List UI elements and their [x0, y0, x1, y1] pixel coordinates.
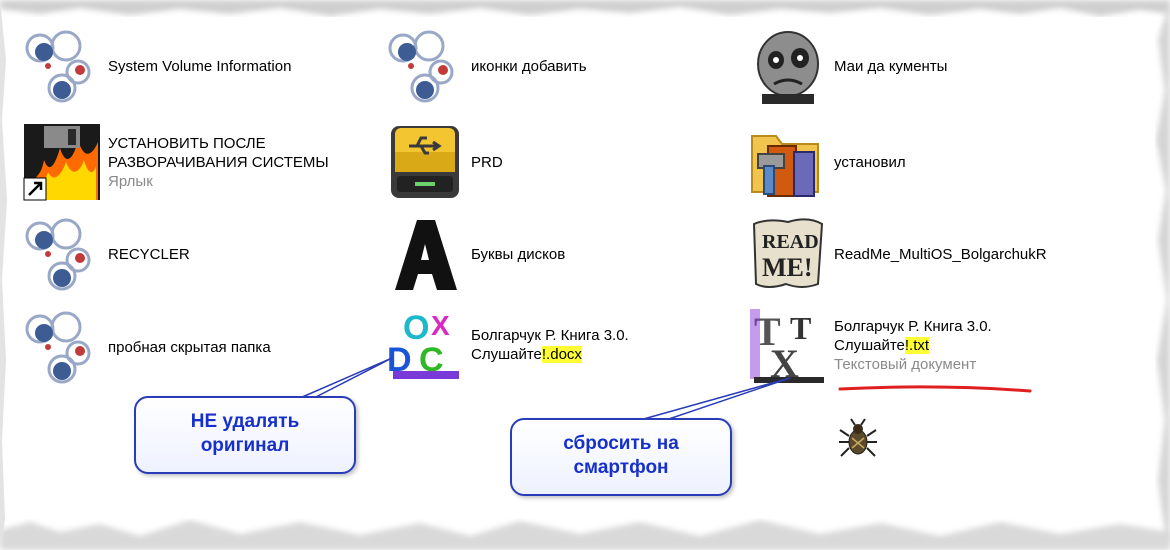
docx-file-icon: O X D C [385, 305, 465, 385]
highlighted-extension: !.txt [904, 336, 930, 354]
item-label: RECYCLER [108, 245, 190, 263]
red-underline-annotation [838, 385, 1032, 393]
svg-text:ME!: ME! [762, 253, 813, 282]
item-label-line2: Слушайте [471, 346, 542, 363]
readme-scroll-icon: READ ME! [748, 214, 828, 294]
txt-file-icon: T T X [748, 305, 828, 385]
file-item-readme[interactable]: READ ME! ReadMe_MultiOS_BolgarchukR [748, 214, 1047, 294]
bug-icon [839, 418, 877, 457]
item-label-line1: УСТАНОВИТЬ ПОСЛЕ [108, 134, 266, 152]
folder-item-installed[interactable]: установил [748, 122, 906, 202]
folder-item-drive-letters[interactable]: Буквы дисков [385, 214, 565, 294]
item-label: пробная скрытая папка [108, 338, 271, 356]
drive-item-prd[interactable]: PRD [385, 122, 503, 202]
callout-line2: оригинал [200, 435, 290, 456]
item-type: Ярлык [108, 172, 153, 190]
folder-item-system-volume-information[interactable]: System Volume Information [22, 26, 291, 106]
hidden-system-folder-icon [22, 26, 102, 106]
skull-folder-icon [748, 26, 828, 106]
item-type: Текстовый документ [834, 355, 977, 373]
hidden-system-folder-icon [22, 214, 102, 294]
highlighted-extension: !.docx [541, 346, 582, 363]
installer-folder-icon [748, 122, 828, 202]
item-label-line1: Болгарчук Р. Книга 3.0. [834, 317, 992, 335]
shortcut-item-install-after-deploy[interactable]: УСТАНОВИТЬ ПОСЛЕ РАЗВОРАЧИВАНИЯ СИСТЕМЫ … [22, 122, 329, 202]
file-item-book-docx[interactable]: O X D C Болгарчук Р. Книга 3.0. Слушайте… [385, 305, 629, 385]
item-label: Маи да кументы [834, 57, 948, 75]
folder-item-icons-add[interactable]: иконки добавить [385, 26, 587, 106]
folder-item-my-documents[interactable]: Маи да кументы [748, 26, 947, 106]
item-label: Буквы дисков [471, 245, 566, 263]
folder-item-test-hidden-folder[interactable]: пробная скрытая папка [22, 307, 271, 387]
folder-item-recycler[interactable]: RECYCLER [22, 214, 190, 294]
callout-send-to-phone: сбросить на смартфон [510, 418, 732, 496]
fire-floppy-shortcut-icon [22, 122, 102, 202]
svg-text:READ: READ [762, 231, 819, 253]
item-label: PRD [471, 153, 503, 171]
item-label: System Volume Information [108, 57, 292, 75]
item-label-line2: РАЗВОРАЧИВАНИЯ СИСТЕМЫ [108, 153, 329, 171]
svg-text:X: X [431, 310, 450, 341]
hidden-system-folder-icon [22, 307, 102, 387]
letter-a-icon [385, 214, 465, 294]
item-label-line1: Болгарчук Р. Книга 3.0. [471, 327, 629, 344]
callout-line1: НЕ удалять [190, 411, 300, 432]
item-label: иконки добавить [471, 57, 587, 75]
callout-keep-original: НЕ удалять оригинал [134, 396, 356, 474]
hidden-system-folder-icon [385, 26, 465, 106]
item-label: установил [834, 153, 906, 171]
callout-line2: смартфон [573, 457, 669, 478]
usb-drive-icon [385, 122, 465, 202]
file-item-book-txt[interactable]: T T X Болгарчук Р. Книга 3.0. Слушайте!.… [748, 305, 992, 385]
item-label-line2: Слушайте [834, 336, 905, 354]
item-label: ReadMe_MultiOS_BolgarchukR [834, 245, 1047, 263]
callout-line1: сбросить на [563, 433, 679, 454]
